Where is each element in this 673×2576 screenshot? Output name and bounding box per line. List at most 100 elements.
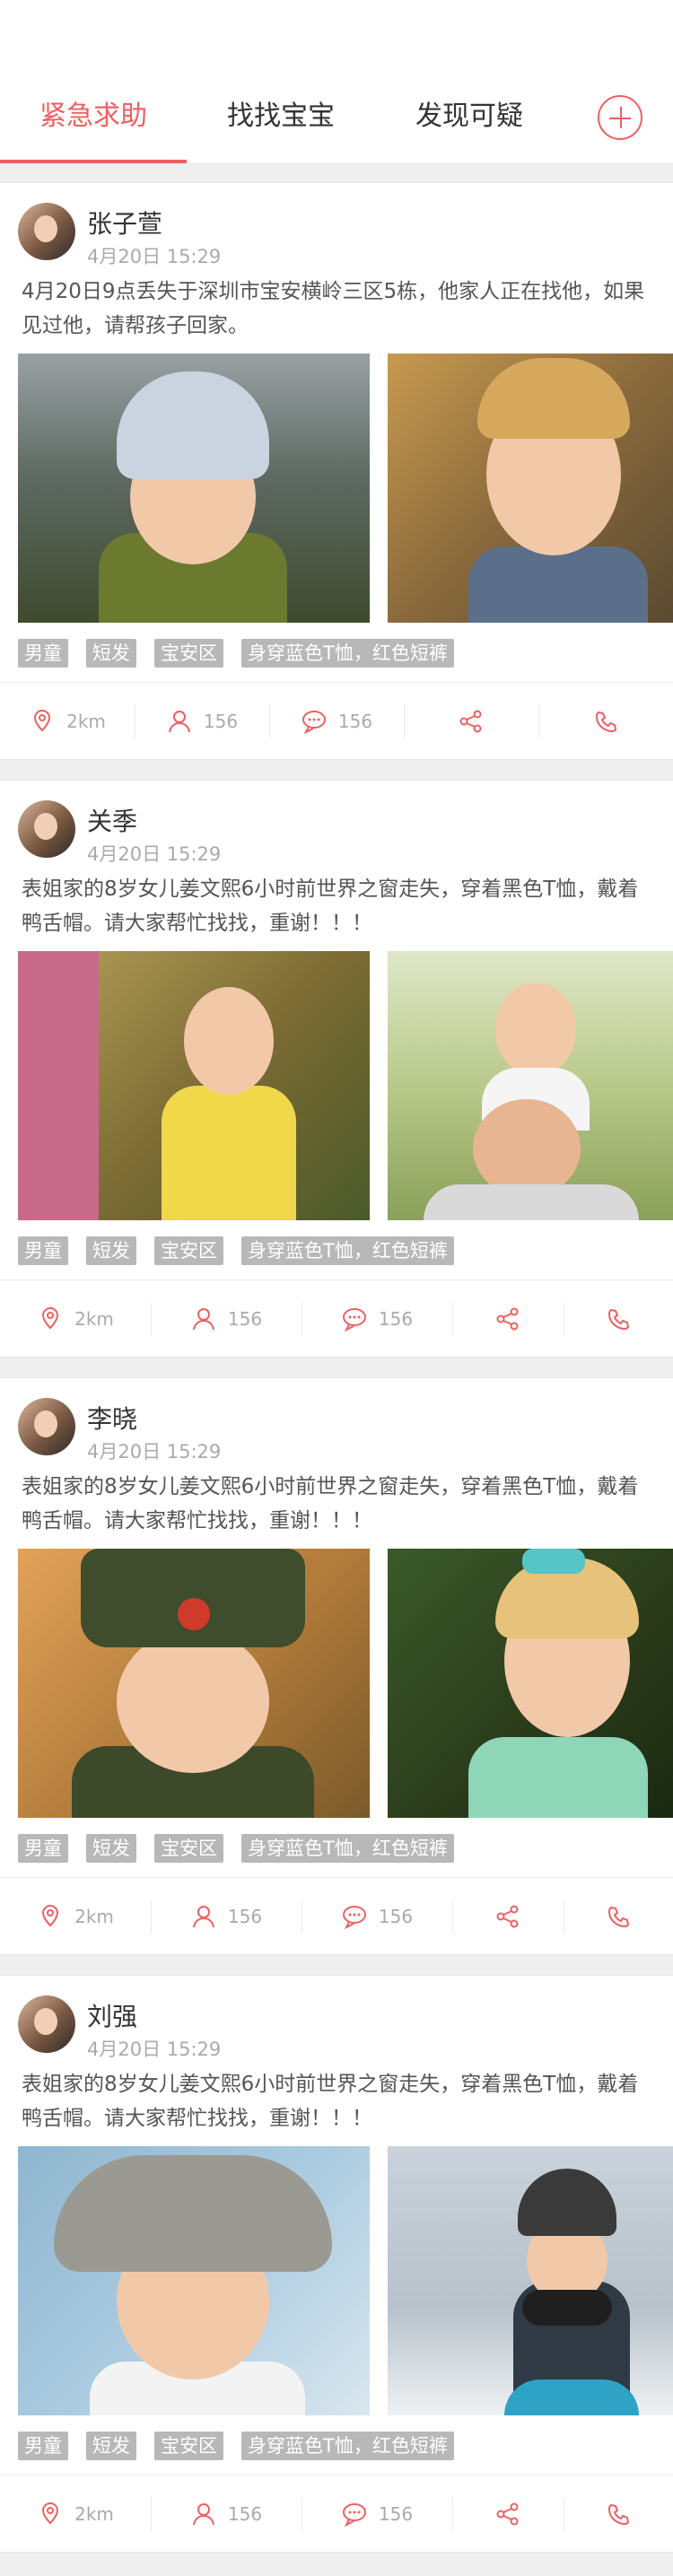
- tag: 男童: [18, 2432, 68, 2460]
- location-pin-icon: [42, 2502, 59, 2525]
- follow-button[interactable]: 156: [151, 1280, 302, 1358]
- poster-name[interactable]: 李晓: [87, 1400, 137, 1436]
- comment-button[interactable]: 156: [302, 1878, 452, 1955]
- child-photo[interactable]: [388, 2146, 673, 2415]
- follower-count: 156: [227, 2503, 263, 2525]
- tag: 身穿蓝色T恤，红色短裤: [241, 2432, 454, 2460]
- child-photo[interactable]: [18, 354, 370, 623]
- comment-button[interactable]: 156: [302, 2476, 452, 2553]
- share-icon: [459, 710, 482, 733]
- tag: 宝安区: [154, 2432, 223, 2460]
- tag: 男童: [18, 1236, 68, 1265]
- location-pin-icon: [42, 1306, 59, 1330]
- distance-label: 2km: [74, 1906, 114, 1927]
- phone-icon: [607, 1308, 630, 1331]
- post-card: 刘强 4月20日 15:29 表姐家的8岁女儿姜文熙6小时前世界之窗走失，穿着黑…: [0, 1975, 673, 2553]
- comment-button[interactable]: 156: [302, 1280, 452, 1358]
- avatar[interactable]: [18, 1995, 75, 2053]
- tag: 身穿蓝色T恤，红色短裤: [241, 1834, 454, 1863]
- distance-label: 2km: [74, 2503, 114, 2525]
- comment-button[interactable]: 156: [269, 683, 404, 760]
- tag: 宝安区: [154, 639, 223, 668]
- add-post-button[interactable]: [598, 95, 642, 140]
- user-icon: [168, 711, 190, 733]
- child-photo[interactable]: [18, 951, 370, 1220]
- tag: 男童: [18, 1834, 68, 1863]
- action-bar: 2km 156 156: [0, 682, 673, 760]
- post-description: 表姐家的8岁女儿姜文熙6小时前世界之窗走失，穿着黑色T恤，戴着鸭舌帽。请大家帮忙…: [22, 878, 639, 935]
- tag: 男童: [18, 639, 68, 668]
- location-button[interactable]: 2km: [0, 683, 135, 760]
- active-tab-indicator: [0, 160, 187, 163]
- follower-count: 156: [203, 711, 239, 732]
- tag: 短发: [86, 2432, 136, 2460]
- user-icon: [192, 1906, 214, 1928]
- child-photo[interactable]: [18, 1549, 370, 1818]
- call-button[interactable]: [564, 1280, 673, 1358]
- child-photo[interactable]: [388, 354, 673, 623]
- location-pin-icon: [34, 709, 51, 732]
- tag-list: 男童 短发 宝安区 身穿蓝色T恤，红色短裤: [18, 2432, 454, 2460]
- location-button[interactable]: 2km: [0, 2476, 151, 2553]
- share-button[interactable]: [452, 1878, 564, 1955]
- tag: 身穿蓝色T恤，红色短裤: [241, 639, 454, 668]
- child-photo[interactable]: [388, 951, 673, 1220]
- tag-list: 男童 短发 宝安区 身穿蓝色T恤，红色短裤: [18, 639, 454, 668]
- tag: 宝安区: [154, 1236, 223, 1265]
- distance-label: 2km: [66, 711, 106, 732]
- tab-bar: 紧急求助 找找宝宝 发现可疑: [0, 72, 673, 164]
- call-button[interactable]: [564, 1878, 673, 1955]
- post-time: 4月20日 15:29: [87, 843, 222, 865]
- action-bar: 2km 156 156: [0, 1279, 673, 1358]
- poster-name[interactable]: 刘强: [87, 1997, 137, 2033]
- avatar[interactable]: [18, 1398, 75, 1455]
- post-card: 张子萱 4月20日 15:29 4月20日9点丢失于深圳市宝安横岭三区5栋，他家…: [0, 182, 673, 760]
- tag: 短发: [86, 1834, 136, 1863]
- poster-name[interactable]: 张子萱: [87, 205, 162, 240]
- share-icon: [496, 1905, 519, 1928]
- location-button[interactable]: 2km: [0, 1878, 151, 1955]
- post-time: 4月20日 15:29: [87, 246, 222, 267]
- action-bar: 2km 156 156: [0, 2475, 673, 2553]
- follow-button[interactable]: 156: [151, 2476, 302, 2553]
- user-icon: [192, 2503, 214, 2526]
- tab-find-baby[interactable]: 找找宝宝: [187, 72, 375, 162]
- share-icon: [496, 1307, 519, 1331]
- comment-count: 156: [337, 711, 373, 732]
- post-card: 关季 4月20日 15:29 表姐家的8岁女儿姜文熙6小时前世界之窗走失，穿着黑…: [0, 780, 673, 1358]
- child-photo[interactable]: [388, 1549, 673, 1818]
- avatar[interactable]: [18, 203, 75, 260]
- phone-icon: [607, 1906, 630, 1928]
- post-description: 表姐家的8岁女儿姜文熙6小时前世界之窗走失，穿着黑色T恤，戴着鸭舌帽。请大家帮忙…: [22, 1475, 639, 1533]
- child-photo[interactable]: [18, 2146, 370, 2415]
- comment-count: 156: [378, 1308, 414, 1330]
- status-bar: [0, 0, 673, 72]
- call-button[interactable]: [564, 2476, 673, 2553]
- post-time: 4月20日 15:29: [87, 1441, 222, 1463]
- share-button[interactable]: [452, 2476, 564, 2553]
- tag: 身穿蓝色T恤，红色短裤: [241, 1236, 454, 1265]
- tab-report-suspicious[interactable]: 发现可疑: [375, 72, 564, 162]
- follow-button[interactable]: 156: [135, 683, 269, 760]
- tab-emergency-help[interactable]: 紧急求助: [0, 72, 187, 162]
- share-button[interactable]: [452, 1280, 564, 1358]
- poster-name[interactable]: 关季: [87, 802, 137, 838]
- tag-list: 男童 短发 宝安区 身穿蓝色T恤，红色短裤: [18, 1834, 454, 1863]
- post-description: 4月20日9点丢失于深圳市宝安横岭三区5栋，他家人正在找他，如果见过他，请帮孩子…: [22, 280, 645, 337]
- comment-icon: [342, 1906, 366, 1930]
- comment-count: 156: [378, 1906, 414, 1927]
- action-bar: 2km 156 156: [0, 1877, 673, 1955]
- comment-icon: [342, 2503, 366, 2528]
- share-button[interactable]: [404, 683, 538, 760]
- user-icon: [192, 1308, 214, 1331]
- avatar[interactable]: [18, 800, 75, 858]
- comment-icon: [302, 711, 326, 735]
- call-button[interactable]: [538, 683, 673, 760]
- follower-count: 156: [227, 1308, 263, 1330]
- distance-label: 2km: [74, 1308, 114, 1330]
- location-button[interactable]: 2km: [0, 1280, 151, 1358]
- follow-button[interactable]: 156: [151, 1878, 302, 1955]
- phone-icon: [607, 2503, 630, 2526]
- tag-list: 男童 短发 宝安区 身穿蓝色T恤，红色短裤: [18, 1236, 454, 1265]
- comment-icon: [342, 1308, 366, 1332]
